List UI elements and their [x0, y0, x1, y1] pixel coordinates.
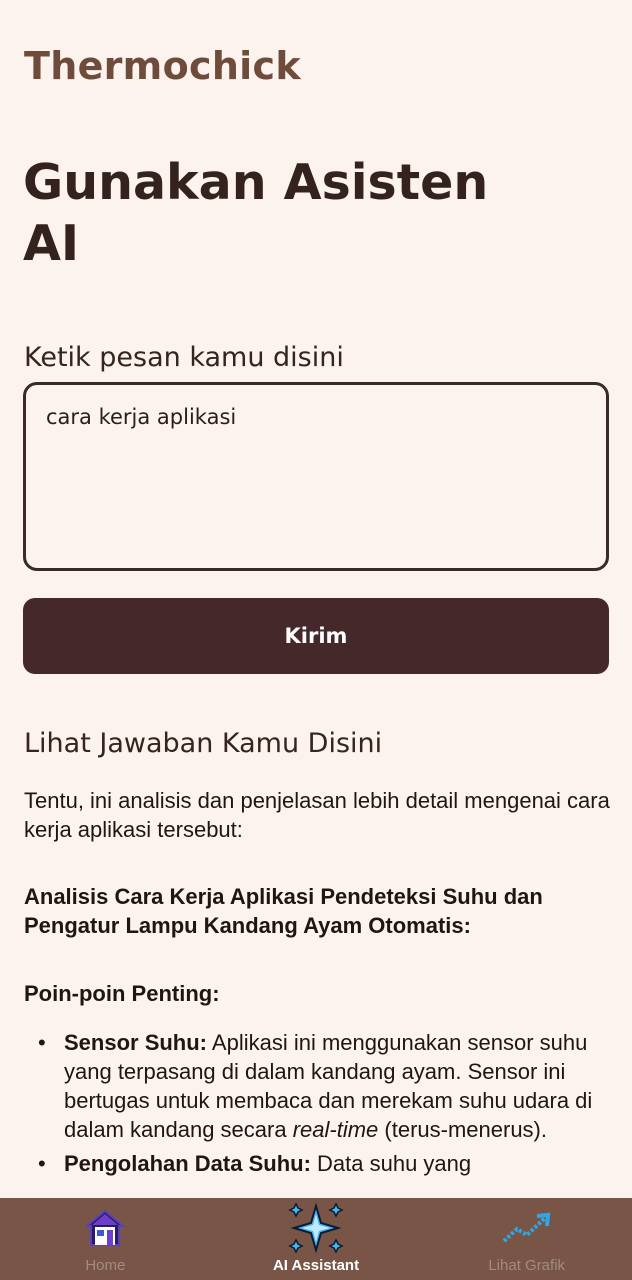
- nav-item-home[interactable]: Home: [0, 1198, 211, 1280]
- nav-label-ai-assistant: AI Assistant: [272, 1257, 360, 1274]
- answer-content: Tentu, ini analisis dan penjelasan lebih…: [24, 786, 614, 1198]
- item-term: Pengolahan Data Suhu:: [64, 1151, 311, 1176]
- answer-intro: Tentu, ini analisis dan penjelasan lebih…: [24, 788, 610, 842]
- message-input-label: Ketik pesan kamu disini: [24, 342, 344, 373]
- bullet: •: [38, 1030, 46, 1055]
- list-item: • Pengolahan Data Suhu: Data suhu yang: [24, 1149, 614, 1178]
- send-button[interactable]: Kirim: [23, 598, 609, 674]
- bullet: •: [38, 1151, 46, 1176]
- answer-list: • Sensor Suhu: Aplikasi ini menggunakan …: [24, 1028, 614, 1178]
- message-input[interactable]: cara kerja aplikasi: [23, 382, 609, 571]
- nav-label-lihat-grafik: Lihat Grafik: [488, 1257, 566, 1274]
- item-text-end: (terus-menerus).: [378, 1117, 547, 1142]
- item-emphasis: real-time: [292, 1117, 379, 1142]
- home-icon: [85, 1199, 126, 1257]
- item-term: Sensor Suhu:: [64, 1030, 208, 1055]
- item-text: Data suhu yang: [310, 1151, 472, 1176]
- nav-item-ai-assistant[interactable]: AI Assistant: [211, 1198, 422, 1280]
- sparkle-icon: [288, 1199, 344, 1257]
- bottom-navigation: Home AI Assistant Lihat Grafik: [0, 1198, 632, 1280]
- list-item: • Sensor Suhu: Aplikasi ini menggunakan …: [24, 1028, 614, 1144]
- answer-heading: Analisis Cara Kerja Aplikasi Pendeteksi …: [24, 884, 543, 938]
- nav-item-lihat-grafik[interactable]: Lihat Grafik: [421, 1198, 632, 1280]
- nav-label-home: Home: [85, 1257, 126, 1274]
- answer-title: Lihat Jawaban Kamu Disini: [24, 728, 383, 759]
- chart-trend-icon: [501, 1199, 553, 1257]
- answer-subheading: Poin-poin Penting:: [24, 981, 220, 1006]
- page-title: Gunakan Asisten AI: [23, 154, 489, 272]
- app-title: Thermochick: [24, 44, 301, 88]
- send-button-label: Kirim: [284, 624, 348, 648]
